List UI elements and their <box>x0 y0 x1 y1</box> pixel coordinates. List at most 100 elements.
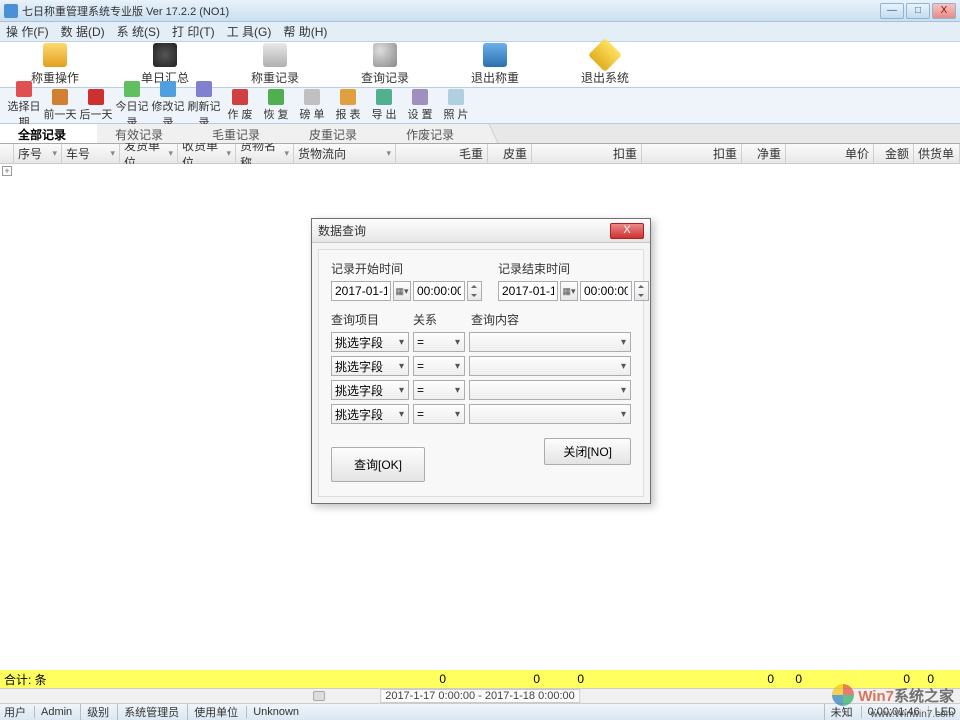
tab-tare[interactable]: 皮重记录 <box>291 124 388 143</box>
col-11[interactable]: 单价 <box>786 144 874 163</box>
st-report[interactable]: 报 表 <box>330 89 366 122</box>
minimize-button[interactable]: — <box>880 3 904 19</box>
st-pickdate[interactable]: 选择日期 <box>6 81 42 130</box>
disc-icon <box>153 43 177 67</box>
status-level: 系统管理员 <box>117 704 179 720</box>
search-icon <box>373 43 397 67</box>
window-controls: — □ X <box>880 3 956 19</box>
col-2[interactable]: 发货单位▾ <box>120 144 178 163</box>
field-select-3[interactable]: 挑选字段 <box>331 380 409 400</box>
tb-daily[interactable]: 单日汇总 <box>110 43 220 86</box>
col-13[interactable]: 供货单 <box>914 144 960 163</box>
expand-all-icon[interactable]: + <box>2 166 12 176</box>
void-icon <box>232 89 248 105</box>
tab-all[interactable]: 全部记录 <box>0 124 97 143</box>
content-select-1[interactable] <box>469 332 631 352</box>
col-7[interactable]: 皮重 <box>488 144 532 163</box>
qh-field: 查询项目 <box>331 311 413 328</box>
menu-operate[interactable]: 操 作(F) <box>6 23 49 40</box>
menu-bar: 操 作(F) 数 据(D) 系 统(S) 打 印(T) 工 具(G) 帮 助(H… <box>0 22 960 42</box>
field-select-2[interactable]: 挑选字段 <box>331 356 409 376</box>
col-4[interactable]: 货物名称▾ <box>236 144 294 163</box>
query-ok-button[interactable]: 查询[OK] <box>331 447 425 482</box>
scroll-track[interactable]: 2017-1-17 0:00:00 - 2017-1-18 0:00:00 <box>0 688 960 704</box>
rel-select-1[interactable]: = <box>413 332 465 352</box>
calendar-icon <box>16 81 32 97</box>
rel-select-2[interactable]: = <box>413 356 465 376</box>
menu-tools[interactable]: 工 具(G) <box>227 23 272 40</box>
window-titlebar: 七日称重管理系统专业版 Ver 17.2.2 (NO1) — □ X <box>0 0 960 22</box>
st-nextday[interactable]: 后一天 <box>78 89 114 122</box>
watermark: Win7系统之家 <box>832 684 954 706</box>
end-date-picker-icon[interactable]: ▦▾ <box>560 281 578 301</box>
tab-valid[interactable]: 有效记录 <box>97 124 194 143</box>
prev-icon <box>52 89 68 105</box>
start-time-input[interactable] <box>413 281 465 301</box>
report-icon <box>340 89 356 105</box>
qh-content: 查询内容 <box>471 311 631 328</box>
rel-select-4[interactable]: = <box>413 404 465 424</box>
menu-data[interactable]: 数 据(D) <box>61 23 105 40</box>
end-time-spinner[interactable] <box>634 281 649 301</box>
maximize-button[interactable]: □ <box>906 3 930 19</box>
col-12[interactable]: 金额 <box>874 144 914 163</box>
end-time-label: 记录结束时间 <box>498 260 649 277</box>
window-title: 七日称重管理系统专业版 Ver 17.2.2 (NO1) <box>22 3 880 19</box>
status-user-label: 用户 <box>4 704 26 720</box>
scroll-thumb[interactable] <box>313 691 325 701</box>
start-date-input[interactable] <box>331 281 391 301</box>
col-8[interactable]: 扣重 <box>532 144 642 163</box>
tb-query[interactable]: 查询记录 <box>330 43 440 86</box>
st-settings[interactable]: 设 置 <box>402 89 438 122</box>
rel-select-3[interactable]: = <box>413 380 465 400</box>
col-10[interactable]: 净重 <box>742 144 786 163</box>
st-void[interactable]: 作 废 <box>222 89 258 122</box>
col-9[interactable]: 扣重 <box>642 144 742 163</box>
dialog-header[interactable]: 数据查询 X <box>312 219 650 243</box>
field-select-4[interactable]: 挑选字段 <box>331 404 409 424</box>
tb-exit-weigh[interactable]: 退出称重 <box>440 43 550 86</box>
menu-help[interactable]: 帮 助(H) <box>283 23 327 40</box>
col-5[interactable]: 货物流向▾ <box>294 144 396 163</box>
col-expand[interactable] <box>0 144 14 163</box>
content-select-4[interactable] <box>469 404 631 424</box>
tb-exit-system[interactable]: 退出系统 <box>550 43 660 86</box>
status-org-label: 使用单位 <box>187 704 238 720</box>
content-select-3[interactable] <box>469 380 631 400</box>
col-6[interactable]: 毛重 <box>396 144 488 163</box>
records-icon <box>263 43 287 67</box>
field-select-1[interactable]: 挑选字段 <box>331 332 409 352</box>
st-edit[interactable]: 修改记录 <box>150 81 186 130</box>
sub-toolbar: 选择日期 前一天 后一天 今日记录 修改记录 刷新记录 作 废 恢 复 磅 单 … <box>0 88 960 124</box>
content-select-2[interactable] <box>469 356 631 376</box>
start-date-picker-icon[interactable]: ▦▾ <box>393 281 411 301</box>
st-photo[interactable]: 照 片 <box>438 89 474 122</box>
col-1[interactable]: 车号▾ <box>62 144 120 163</box>
st-export[interactable]: 导 出 <box>366 89 402 122</box>
totals-label: 合计: 条 <box>4 671 48 688</box>
col-3[interactable]: 收货单位▾ <box>178 144 236 163</box>
start-time-spinner[interactable] <box>467 281 482 301</box>
menu-print[interactable]: 打 印(T) <box>172 23 215 40</box>
close-button[interactable]: X <box>932 3 956 19</box>
tab-gross[interactable]: 毛重记录 <box>194 124 291 143</box>
end-time-input[interactable] <box>580 281 632 301</box>
tb-weigh[interactable]: 称重操作 <box>0 43 110 86</box>
end-date-input[interactable] <box>498 281 558 301</box>
col-0[interactable]: 序号▾ <box>14 144 62 163</box>
st-restore[interactable]: 恢 复 <box>258 89 294 122</box>
st-ticket[interactable]: 磅 单 <box>294 89 330 122</box>
st-refresh[interactable]: 刷新记录 <box>186 81 222 130</box>
tb-records[interactable]: 称重记录 <box>220 43 330 86</box>
close-no-button[interactable]: 关闭[NO] <box>544 438 631 465</box>
dialog-close-button[interactable]: X <box>610 223 644 239</box>
status-org: Unknown <box>246 706 299 718</box>
status-bar: 用户 Admin 级别 系统管理员 使用单位 Unknown 未知 0:00:0… <box>0 704 960 720</box>
dialog-title: 数据查询 <box>318 222 366 239</box>
tab-void[interactable]: 作废记录 <box>388 124 485 143</box>
st-prevday[interactable]: 前一天 <box>42 89 78 122</box>
date-range: 2017-1-17 0:00:00 - 2017-1-18 0:00:00 <box>380 689 580 703</box>
st-today[interactable]: 今日记录 <box>114 81 150 130</box>
exit-icon <box>483 43 507 67</box>
menu-system[interactable]: 系 统(S) <box>117 23 160 40</box>
